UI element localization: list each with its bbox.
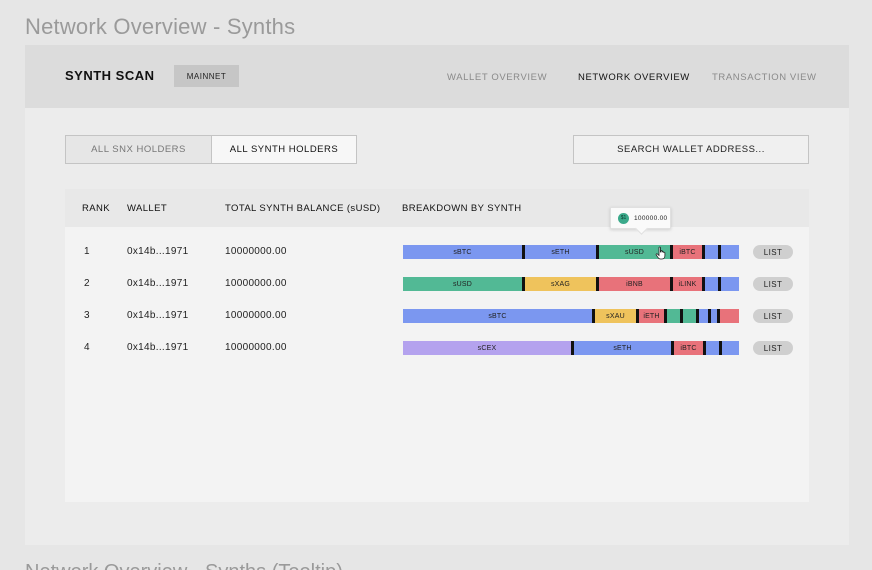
column-header-wallet: WALLET (127, 203, 168, 214)
synth-breakdown-bar: sCEX sETH iBTC (403, 341, 739, 355)
balance-cell: 10000000.00 (225, 278, 287, 289)
balance-cell: 10000000.00 (225, 310, 287, 321)
hand-cursor-icon (655, 246, 666, 260)
balance-cell: 10000000.00 (225, 246, 287, 257)
network-badge[interactable]: MAINNET (174, 65, 239, 87)
rank-cell: 2 (84, 278, 90, 289)
column-header-balance: TOTAL SYNTH BALANCE (sUSD) (225, 203, 381, 214)
holders-table: RANK WALLET TOTAL SYNTH BALANCE (sUSD) B… (65, 189, 809, 502)
column-header-breakdown: BREAKDOWN BY SYNTH (402, 203, 522, 214)
tab-all-snx-holders[interactable]: ALL SNX HOLDERS (65, 135, 212, 164)
synth-segment[interactable]: sXAU (595, 309, 636, 323)
table-row[interactable]: 1 0x14b...1971 10000000.00 sBTC sETH sUSD iBTC… (65, 240, 809, 264)
synth-breakdown-bar: sBTC sETH sUSD iBTC (403, 245, 739, 259)
list-button[interactable]: LIST (753, 309, 793, 323)
synth-segment[interactable]: sETH (525, 245, 596, 259)
synth-segment[interactable]: sBTC (403, 245, 522, 259)
table-row[interactable]: 2 0x14b...1971 10000000.00 sUSD sXAG iBNB iLIN… (65, 272, 809, 296)
app-frame: SYNTH SCAN MAINNET WALLET OVERVIEW NETWO… (25, 45, 849, 545)
synth-segment[interactable]: sXAG (525, 277, 596, 291)
column-header-rank: RANK (82, 203, 110, 214)
synth-segment[interactable] (667, 309, 680, 323)
tooltip-value: 100000.00 (634, 214, 668, 222)
synth-tooltip: $1 100000.00 (610, 207, 671, 229)
synth-segment[interactable] (720, 309, 739, 323)
rank-cell: 4 (84, 342, 90, 353)
synth-segment[interactable]: iETH (639, 309, 664, 323)
synth-breakdown-bar: sBTC sXAU iETH (403, 309, 739, 323)
synth-segment[interactable]: sBTC (403, 309, 592, 323)
list-button[interactable]: LIST (753, 341, 793, 355)
search-wallet-button[interactable]: SEARCH WALLET ADDRESS... (573, 135, 809, 164)
synth-breakdown-bar: sUSD sXAG iBNB iLINK (403, 277, 739, 291)
synth-segment[interactable] (683, 309, 696, 323)
table-row[interactable]: 4 0x14b...1971 10000000.00 sCEX sETH iBTC LIST (65, 336, 809, 360)
wallet-cell[interactable]: 0x14b...1971 (127, 310, 188, 321)
nav-network-overview[interactable]: NETWORK OVERVIEW (578, 72, 690, 83)
table-row[interactable]: 3 0x14b...1971 10000000.00 sBTC sXAU iETH LIST (65, 304, 809, 328)
synth-coin-icon: $1 (618, 212, 629, 224)
synth-segment[interactable] (722, 341, 739, 355)
nav-wallet-overview[interactable]: WALLET OVERVIEW (447, 72, 547, 83)
top-navigation-bar: SYNTH SCAN MAINNET WALLET OVERVIEW NETWO… (25, 45, 849, 108)
synth-segment[interactable]: sETH (574, 341, 671, 355)
footer-section-title: Network Overview - Synths (Tooltip) (25, 561, 343, 570)
synth-segment[interactable]: sCEX (403, 341, 571, 355)
synth-segment[interactable] (721, 277, 739, 291)
synth-segment[interactable] (705, 277, 718, 291)
synth-segment[interactable]: iBTC (673, 245, 702, 259)
holder-tabs: ALL SNX HOLDERS ALL SYNTH HOLDERS (65, 135, 357, 164)
rank-cell: 1 (84, 246, 90, 257)
rank-cell: 3 (84, 310, 90, 321)
list-button[interactable]: LIST (753, 277, 793, 291)
wallet-cell[interactable]: 0x14b...1971 (127, 342, 188, 353)
brand-logo[interactable]: SYNTH SCAN (65, 68, 155, 83)
synth-segment[interactable]: iLINK (673, 277, 702, 291)
balance-cell: 10000000.00 (225, 342, 287, 353)
synth-segment[interactable] (706, 341, 719, 355)
synth-segment[interactable] (699, 309, 708, 323)
synth-segment[interactable] (705, 245, 718, 259)
page-title: Network Overview - Synths (25, 14, 296, 39)
tab-all-synth-holders[interactable]: ALL SYNTH HOLDERS (211, 135, 357, 164)
synth-segment[interactable] (721, 245, 739, 259)
wallet-cell[interactable]: 0x14b...1971 (127, 278, 188, 289)
synth-segment[interactable]: sUSD (403, 277, 522, 291)
list-button[interactable]: LIST (753, 245, 793, 259)
synth-segment[interactable]: iBNB (599, 277, 670, 291)
main-content: ALL SNX HOLDERS ALL SYNTH HOLDERS SEARCH… (65, 135, 809, 502)
synth-segment[interactable]: iBTC (674, 341, 703, 355)
table-header: RANK WALLET TOTAL SYNTH BALANCE (sUSD) B… (65, 189, 809, 227)
nav-transaction-view[interactable]: TRANSACTION VIEW (712, 72, 817, 83)
wallet-cell[interactable]: 0x14b...1971 (127, 246, 188, 257)
